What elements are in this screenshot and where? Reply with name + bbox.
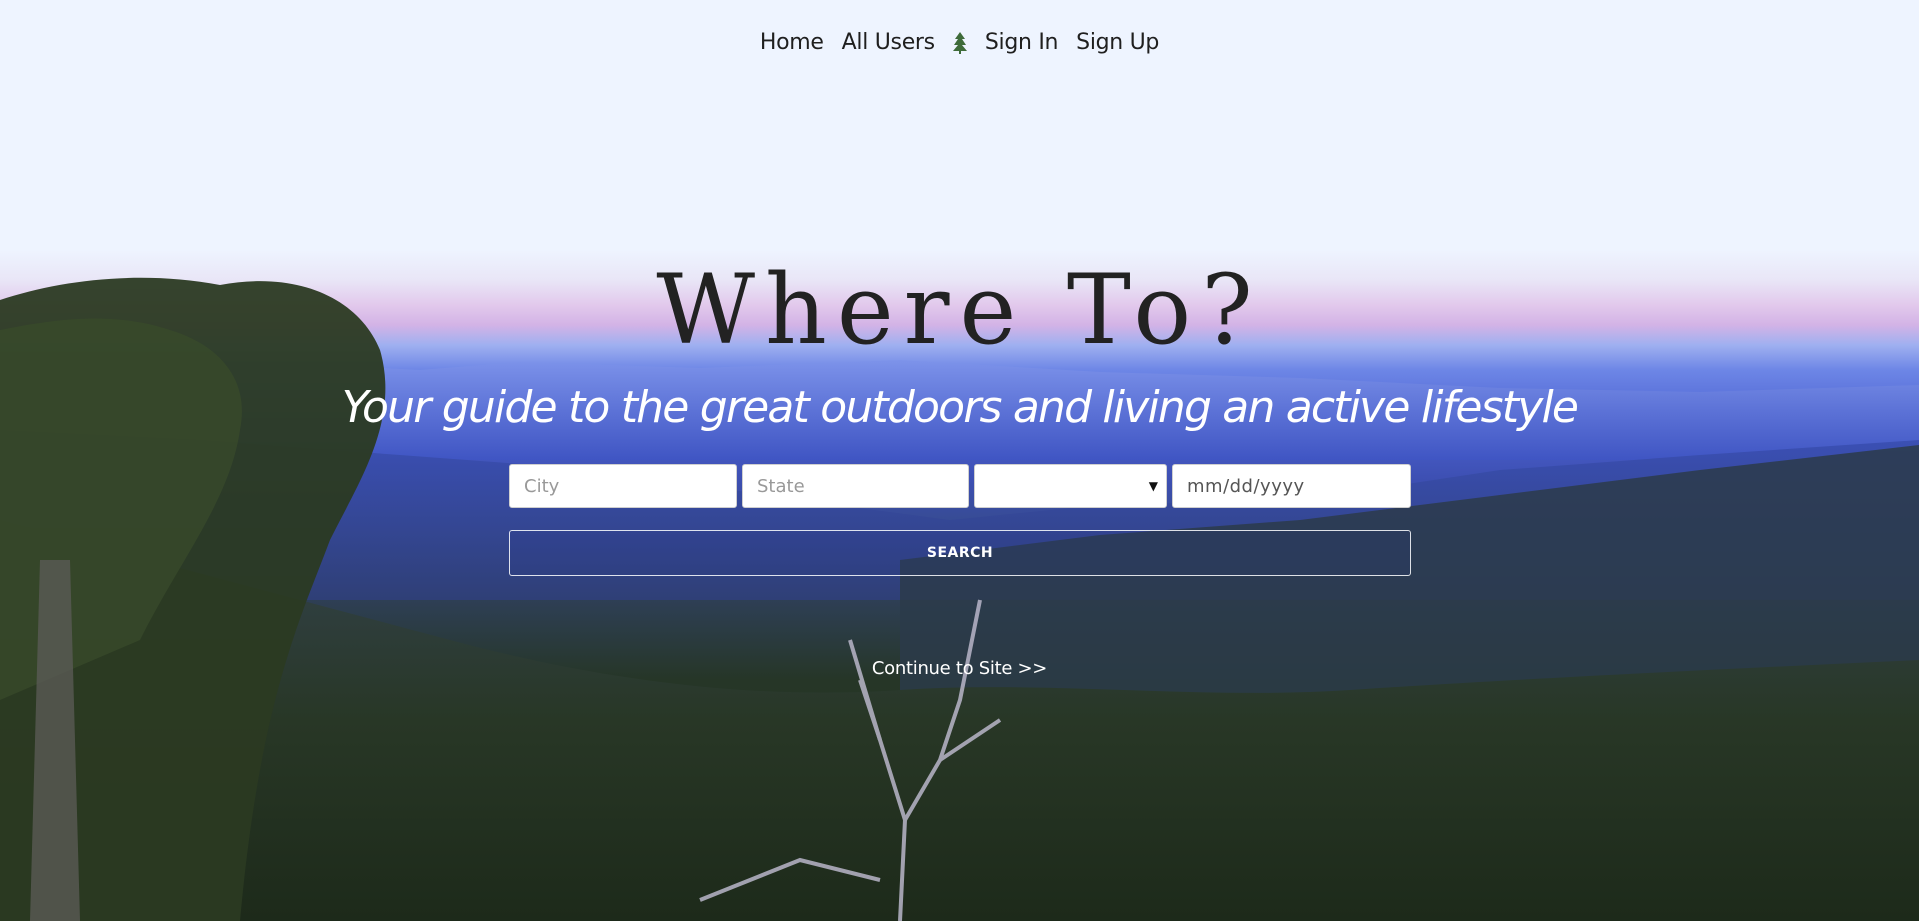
page-subtitle: Your guide to the great outdoors and liv…	[341, 382, 1579, 433]
nav-sign-up-link[interactable]: Sign Up	[1076, 30, 1159, 55]
tree-icon	[950, 31, 970, 55]
state-input[interactable]	[742, 464, 969, 508]
top-nav: Home All Users Sign In Sign Up	[0, 30, 1919, 55]
nav-all-users-link[interactable]: All Users	[842, 30, 935, 55]
search-button[interactable]: SEARCH	[509, 530, 1411, 576]
landing-page: Home All Users Sign In Sign Up Where To?…	[0, 0, 1919, 921]
search-form: ▼ mm/dd/yyyy	[509, 464, 1411, 510]
city-input[interactable]	[509, 464, 737, 508]
page-title: Where To?	[656, 254, 1263, 366]
forest-mountain-background	[0, 277, 1919, 921]
date-input[interactable]: mm/dd/yyyy	[1172, 464, 1411, 508]
dropdown-arrow-icon: ▼	[1148, 479, 1158, 493]
activity-select[interactable]: ▼	[974, 464, 1167, 508]
nav-home-link[interactable]: Home	[760, 30, 824, 55]
nav-sign-in-link[interactable]: Sign In	[985, 30, 1059, 55]
continue-to-site-link[interactable]: Continue to Site >>	[0, 658, 1919, 679]
date-placeholder: mm/dd/yyyy	[1187, 475, 1305, 497]
